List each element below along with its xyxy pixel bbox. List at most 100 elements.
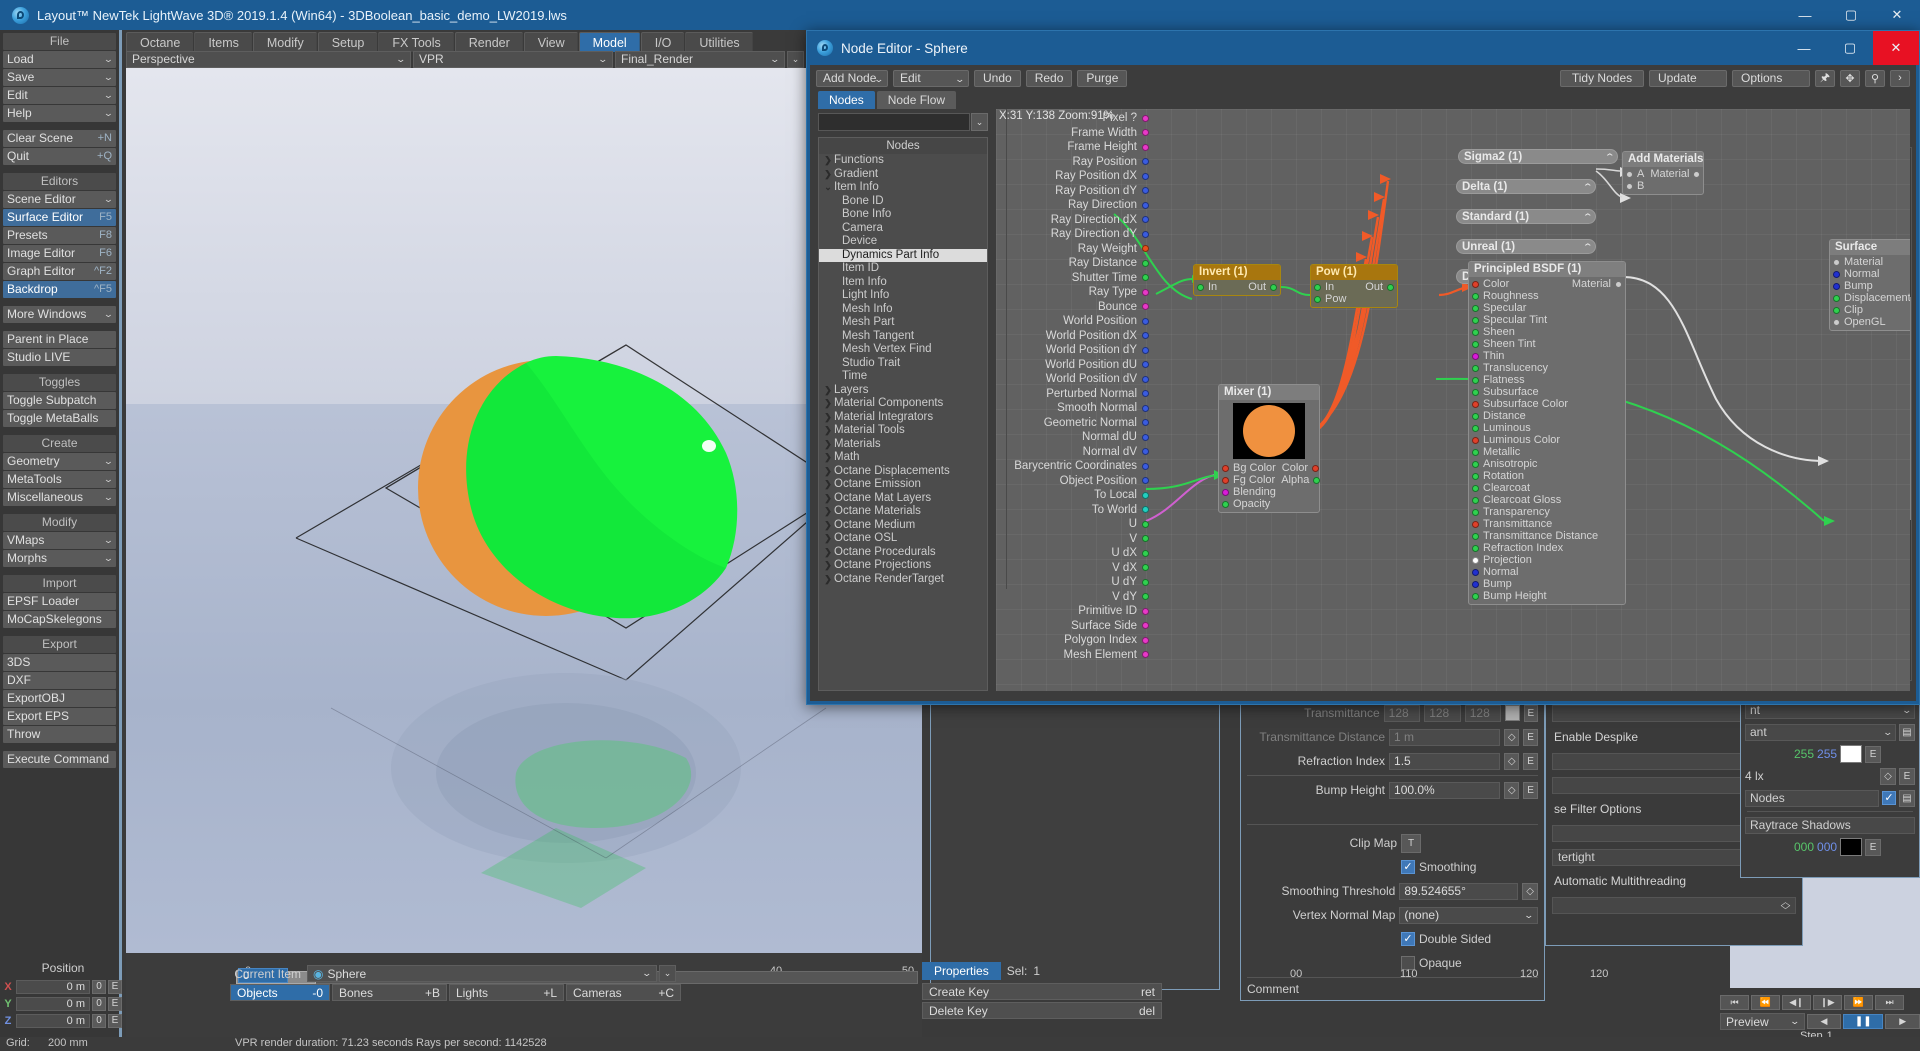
node-add-materials-port-row[interactable]: A Material <box>1623 168 1703 180</box>
refraction-index-value[interactable]: 1.5 <box>1389 752 1501 770</box>
update-button[interactable]: Update <box>1649 69 1727 87</box>
bsdf-port-luminous[interactable]: Luminous <box>1469 422 1625 434</box>
node-add-materials[interactable]: Add Materials (1) A Material B <box>1622 151 1704 195</box>
bsdf-port-specular[interactable]: Specular <box>1469 302 1625 314</box>
node-principled-bsdf[interactable]: Principled BSDF (1) Color Material Rough… <box>1468 261 1626 605</box>
bsdf-port-refraction-index[interactable]: Refraction Index <box>1469 542 1625 554</box>
sidebar-item-3ds[interactable]: 3DS <box>3 654 116 671</box>
node-list-item-material-integrators[interactable]: ❯ Material Integrators <box>819 411 987 425</box>
sidebar-item-help[interactable]: Help ⌄ <box>3 105 116 122</box>
node-mixer-port-row[interactable]: Fg Color Alpha <box>1219 474 1321 486</box>
input-port-dot[interactable] <box>1142 462 1149 470</box>
input-port-ray-direction-dy[interactable]: Ray Direction dY <box>1009 227 1149 242</box>
sidebar-item-dxf[interactable]: DXF <box>3 672 116 689</box>
input-port-bounce[interactable]: Bounce <box>1009 300 1149 315</box>
filter-options-label[interactable]: se Filter Options <box>1552 802 1641 816</box>
coord-edit-button-y[interactable]: E <box>108 996 122 1011</box>
node-mixer-port-row[interactable]: Opacity <box>1219 498 1319 510</box>
node-tab-node-flow[interactable]: Node Flow <box>876 91 957 109</box>
surface-port-dot[interactable] <box>1833 306 1840 314</box>
node-list-item-mesh-tangent[interactable]: Mesh Tangent <box>819 330 987 344</box>
surface-port-clip[interactable]: Clip <box>1830 304 1910 316</box>
menu-tab-view[interactable]: View <box>523 32 578 52</box>
node-list-item-octane-displacements[interactable]: ❯ Octane Displacements <box>819 465 987 479</box>
sidebar-item-toggle-subpatch[interactable]: Toggle Subpatch <box>3 392 116 409</box>
node-list-item-math[interactable]: ❯ Math <box>819 451 987 465</box>
bsdf-port-dot[interactable] <box>1472 472 1479 480</box>
port-out-dot[interactable] <box>1270 283 1277 291</box>
node-list-item-octane-materials[interactable]: ❯ Octane Materials <box>819 505 987 519</box>
sidebar-item-exportobj[interactable]: ExportOBJ <box>3 690 116 707</box>
node-pow-port-row[interactable]: Pow <box>1311 293 1397 305</box>
transmittance-r[interactable]: 128 <box>1383 704 1421 722</box>
input-port-to-local[interactable]: To Local <box>1009 488 1149 503</box>
bsdf-port-dot[interactable] <box>1472 496 1479 504</box>
input-port-dot[interactable] <box>1142 636 1149 644</box>
chevron-right-icon[interactable]: ❯ <box>822 546 834 560</box>
shadow-color-edit-button[interactable]: E <box>1865 838 1882 856</box>
node-list-item-bone-id[interactable]: Bone ID <box>819 195 987 209</box>
play-forward-button[interactable]: ▶ <box>1885 1014 1920 1029</box>
surface-port-dot[interactable] <box>1833 270 1840 278</box>
port-material-dot[interactable] <box>1693 170 1701 178</box>
node-bsdf-port-row[interactable]: Color Material <box>1469 278 1625 290</box>
input-port-dot[interactable] <box>1142 172 1149 180</box>
input-port-dot[interactable] <box>1142 419 1149 427</box>
transport-prev-frame-button[interactable]: ◀❙ <box>1782 995 1811 1010</box>
bsdf-port-dot[interactable] <box>1472 364 1479 372</box>
sidebar-item-edit[interactable]: Edit ⌄ <box>3 87 116 104</box>
input-port-v-dx[interactable]: V dX <box>1009 561 1149 576</box>
input-port-shutter-time[interactable]: Shutter Time <box>1009 271 1149 286</box>
coord-key-button-y[interactable]: 0 <box>92 996 106 1011</box>
node-list-item-gradient[interactable]: ❯ Gradient <box>819 168 987 182</box>
port-pow-dot[interactable] <box>1314 295 1321 303</box>
light-intensity-edit-button[interactable]: E <box>1899 767 1915 785</box>
node-add-materials-port-row[interactable]: B <box>1623 180 1703 192</box>
input-port-dot[interactable] <box>1142 535 1149 543</box>
surface-port-dot[interactable] <box>1833 258 1840 266</box>
node-unreal-1-[interactable]: Unreal (1) ⌃ <box>1456 239 1596 254</box>
input-port-dot[interactable] <box>1142 593 1149 601</box>
chevron-right-icon[interactable]: › <box>1890 69 1910 87</box>
close-button[interactable]: ✕ <box>1874 0 1920 30</box>
sidebar-item-studio-live[interactable]: Studio LIVE <box>3 349 116 366</box>
bump-height-value[interactable]: 100.0% <box>1389 781 1501 799</box>
sidebar-item-scene-editor[interactable]: Scene Editor ⌄ <box>3 191 116 208</box>
node-list-item-mesh-part[interactable]: Mesh Part <box>819 316 987 330</box>
input-port-dot[interactable] <box>1142 143 1149 151</box>
input-port-ray-weight[interactable]: Ray Weight <box>1009 242 1149 257</box>
bsdf-port-dot[interactable] <box>1472 292 1479 300</box>
surface-port-material[interactable]: Material <box>1830 256 1910 268</box>
menu-tab-i-o[interactable]: I/O <box>640 32 685 52</box>
sidebar-item-metatools[interactable]: MetaTools ⌄ <box>3 471 116 488</box>
bsdf-port-anisotropic[interactable]: Anisotropic <box>1469 458 1625 470</box>
bsdf-port-transparency[interactable]: Transparency <box>1469 506 1625 518</box>
input-port-normal-dv[interactable]: Normal dV <box>1009 445 1149 460</box>
input-port-world-position-dx[interactable]: World Position dX <box>1009 329 1149 344</box>
bsdf-port-dot[interactable] <box>1472 508 1479 516</box>
coord-key-button-x[interactable]: 0 <box>92 979 106 994</box>
node-list-item-octane-emission[interactable]: ❯ Octane Emission <box>819 478 987 492</box>
cameras-button[interactable]: Cameras +C <box>566 984 681 1001</box>
input-port-ray-distance[interactable]: Ray Distance <box>1009 256 1149 271</box>
input-port-u-dx[interactable]: U dX <box>1009 546 1149 561</box>
chevron-down-icon[interactable]: ⌄ <box>822 181 834 195</box>
clipboard-icon[interactable]: ▤ <box>1899 789 1915 807</box>
viewport-extra-dropdown[interactable]: ⌄ <box>787 51 804 68</box>
coord-key-button-z[interactable]: 0 <box>92 1013 106 1028</box>
sidebar-item-export-eps[interactable]: Export EPS <box>3 708 116 725</box>
port-blending-dot[interactable] <box>1222 488 1229 496</box>
chevron-right-icon[interactable]: ❯ <box>822 168 834 182</box>
bsdf-port-clearcoat-gloss[interactable]: Clearcoat Gloss <box>1469 494 1625 506</box>
port-bgcolor-dot[interactable] <box>1222 464 1229 472</box>
play-reverse-button[interactable]: ◀ <box>1806 1014 1842 1029</box>
redo-button[interactable]: Redo <box>1025 69 1073 87</box>
input-port-v[interactable]: V <box>1009 532 1149 547</box>
sidebar-item-surface-editor[interactable]: Surface Editor F5 <box>3 209 116 226</box>
current-item-extra-dropdown[interactable]: ⌄ <box>659 965 676 982</box>
surface-port-displacement[interactable]: Displacement <box>1830 292 1910 304</box>
search-icon[interactable]: ⚲ <box>1865 69 1885 87</box>
node-list-item-octane-projections[interactable]: ❯ Octane Projections <box>819 559 987 573</box>
bsdf-port-transmittance-distance[interactable]: Transmittance Distance <box>1469 530 1625 542</box>
smoothing-threshold-value[interactable]: 89.524655° <box>1399 882 1519 900</box>
